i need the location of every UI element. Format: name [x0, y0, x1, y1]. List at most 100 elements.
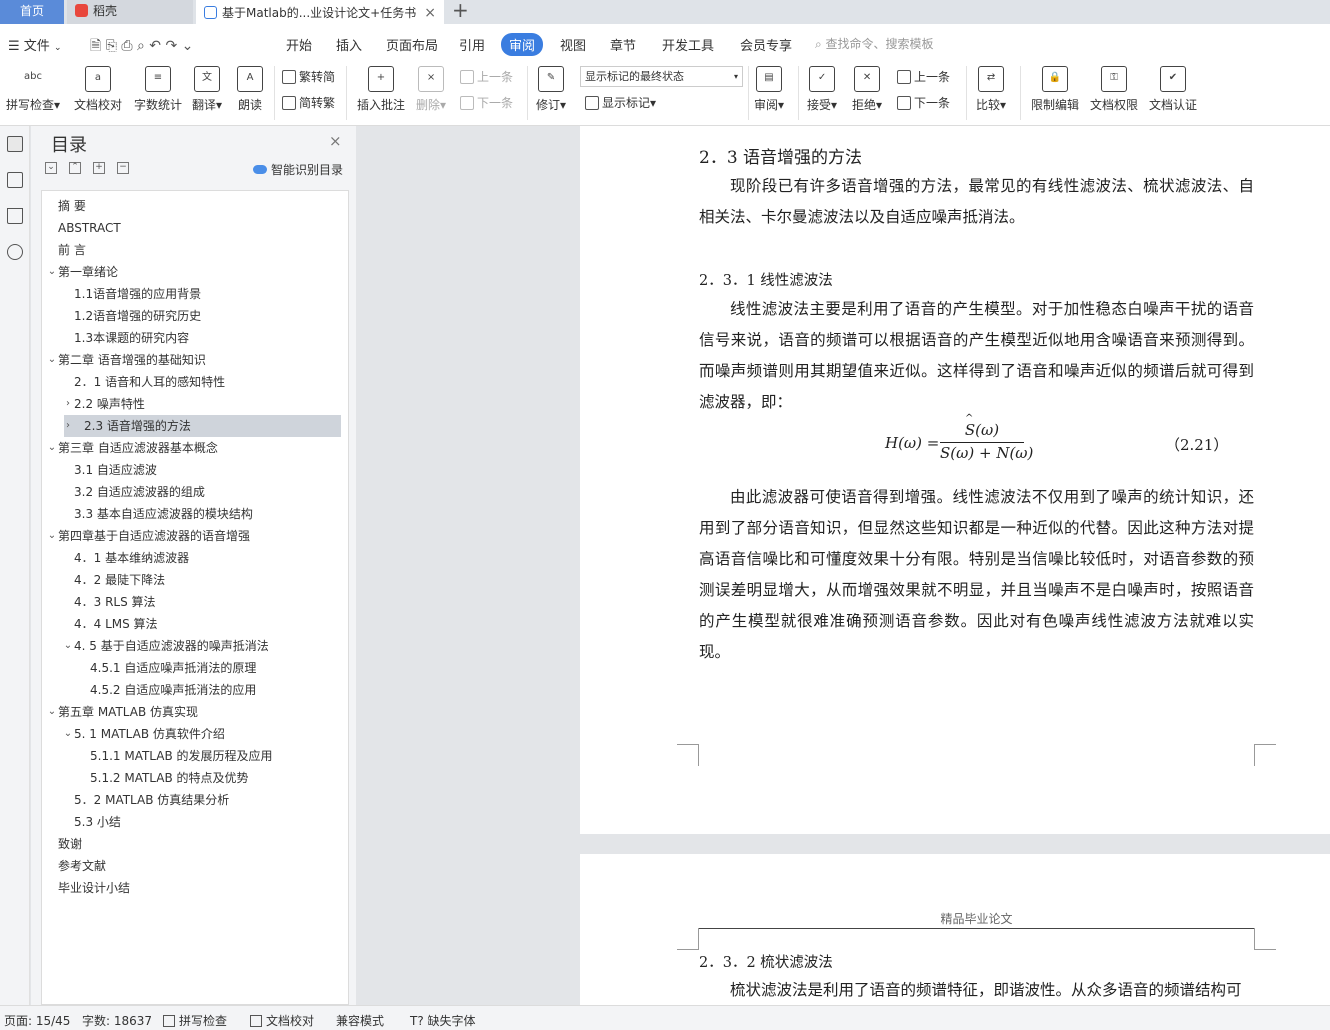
toc-item[interactable]: 毕业设计小结	[58, 877, 130, 899]
toc-item[interactable]: 3.2 自适应滤波器的组成	[74, 481, 205, 503]
remove-heading-icon[interactable]: −	[117, 162, 129, 174]
menu-member[interactable]: 会员专享	[740, 35, 792, 54]
file-menu[interactable]: ☰ 文件 ⌄	[8, 35, 62, 54]
toc-item[interactable]: 摘 要	[58, 195, 86, 217]
restrict-editing-button[interactable]: 🔒 限制编辑	[1031, 64, 1079, 113]
menu-review[interactable]: 审阅	[501, 33, 544, 56]
chevron-down-icon[interactable]: ⌄	[44, 437, 60, 459]
toc-item[interactable]: 参考文献	[58, 855, 106, 877]
toc-item[interactable]: 4．1 基本维纳滤波器	[74, 547, 189, 569]
toc-item[interactable]: 2．1 语音和人耳的感知特性	[74, 371, 225, 393]
page-indicator[interactable]: 页面: 15/45	[4, 1012, 70, 1029]
compare-button[interactable]: ⇄ 比较▾	[976, 64, 1006, 113]
toc-item[interactable]: 3.1 自适应滤波	[74, 459, 157, 481]
toc-item[interactable]: 4．3 RLS 算法	[74, 591, 156, 613]
proof-status[interactable]: 文档校对	[250, 1012, 314, 1029]
smart-toc-button[interactable]: 智能识别目录	[253, 161, 343, 178]
toc-item[interactable]: 5.1.2 MATLAB 的特点及优势	[90, 767, 249, 789]
word-count-status[interactable]: 字数: 18637	[82, 1012, 152, 1029]
delete-comment-button[interactable]: × 删除▾	[416, 64, 446, 113]
chevron-right-icon[interactable]: ›	[60, 393, 76, 415]
tab-home[interactable]: 首页	[0, 0, 64, 24]
command-search[interactable]: ⌕ 查找命令、搜索模板	[815, 35, 934, 52]
menu-dev-tools[interactable]: 开发工具	[662, 35, 714, 54]
chevron-down-icon[interactable]: ⌄	[44, 261, 60, 283]
menu-references[interactable]: 引用	[459, 35, 485, 54]
menu-start[interactable]: 开始	[286, 35, 312, 54]
chevron-down-icon[interactable]: ⌄	[60, 723, 76, 745]
prev-change-button[interactable]: 上一条	[897, 68, 950, 85]
toc-item[interactable]: ABSTRACT	[58, 217, 121, 239]
toc-item[interactable]: 5. 1 MATLAB 仿真软件介绍	[74, 723, 225, 745]
tab-daoke[interactable]: 稻壳	[67, 0, 193, 24]
chevron-down-icon[interactable]: ⌄	[60, 635, 76, 657]
toc-item[interactable]: 第一章绪论	[58, 261, 118, 283]
reject-button[interactable]: ✕ 拒绝▾	[852, 64, 882, 113]
toc-item[interactable]: 4．4 LMS 算法	[74, 613, 158, 635]
next-comment-button[interactable]: 下一条	[460, 94, 513, 111]
review-pane-button[interactable]: ▤ 审阅▾	[754, 64, 784, 113]
doc-rights-icon: ⚿	[1101, 66, 1127, 92]
accept-button[interactable]: ✓ 接受▾	[807, 64, 837, 113]
quick-access-icons[interactable]: 🗎 ⎘ ⎙ ⌕ ↶ ↷ ⌄	[90, 35, 193, 59]
toc-item[interactable]: 5.1.1 MATLAB 的发展历程及应用	[90, 745, 273, 767]
toc-pane-icon[interactable]	[7, 136, 23, 152]
expand-icon[interactable]: ⌃	[69, 162, 81, 174]
spell-check-button[interactable]: abc 拼写检查▾	[6, 64, 60, 113]
close-pane-icon[interactable]: ×	[329, 132, 342, 150]
insert-comment-button[interactable]: + 插入批注	[357, 64, 405, 113]
tab-document[interactable]: 基于Matlab的...业设计论文+任务书 ×	[196, 0, 444, 24]
prev-comment-button[interactable]: 上一条	[460, 68, 513, 85]
markup-state-select[interactable]: 显示标记的最终状态 ▾	[580, 66, 743, 87]
show-markup-button[interactable]: 显示标记▾	[585, 94, 656, 111]
document-page[interactable]: 精品毕业论文 2．3．2 梳状滤波法 梳状滤波法是利用了语音的频谱特征，即谐波性…	[580, 854, 1330, 1005]
menu-insert[interactable]: 插入	[336, 35, 362, 54]
track-changes-button[interactable]: ✎ 修订▾	[536, 64, 566, 113]
toc-item[interactable]: 第四章基于自适应滤波器的语音增强	[58, 525, 250, 547]
toc-item[interactable]: 4.5.1 自适应噪声抵消法的原理	[90, 657, 256, 679]
toc-item[interactable]: 4. 5 基于自适应滤波器的噪声抵消法	[74, 635, 269, 657]
toc-item[interactable]: 第三章 自适应滤波器基本概念	[58, 437, 218, 459]
toc-item[interactable]: 1.1语音增强的应用背景	[74, 283, 201, 305]
search-icon[interactable]	[7, 244, 23, 260]
spell-check-status[interactable]: 拼写检查	[163, 1012, 227, 1029]
menu-view[interactable]: 视图	[560, 35, 586, 54]
toc-item[interactable]: 第五章 MATLAB 仿真实现	[58, 701, 198, 723]
simp-to-trad-button[interactable]: 简转繁	[282, 94, 335, 111]
trad-to-simp-button[interactable]: 繁转简	[282, 68, 335, 85]
translate-button[interactable]: 文翻译▾	[192, 64, 222, 113]
next-change-button[interactable]: 下一条	[897, 94, 950, 111]
chevron-down-icon[interactable]: ⌄	[44, 701, 60, 723]
menu-chapter[interactable]: 章节	[610, 35, 636, 54]
bookmark-icon[interactable]	[7, 208, 23, 224]
toc-item[interactable]: 第二章 语音增强的基础知识	[58, 349, 206, 371]
add-heading-icon[interactable]: +	[93, 162, 105, 174]
collapse-all-icon[interactable]: ⌄	[45, 162, 57, 174]
close-tab-icon[interactable]: ×	[424, 2, 436, 24]
toc-item[interactable]: 2.3 语音增强的方法	[64, 415, 341, 437]
doc-cert-button[interactable]: ✔ 文档认证	[1149, 64, 1197, 113]
new-tab-button[interactable]: +	[452, 0, 469, 22]
chevron-down-icon[interactable]: ⌄	[44, 525, 60, 547]
doc-proof-button[interactable]: a 文档校对	[74, 64, 122, 113]
toc-item[interactable]: 致谢	[58, 833, 82, 855]
toc-item[interactable]: 2.2 噪声特性	[74, 393, 145, 415]
document-page[interactable]: 2．3 语音增强的方法 现阶段已有许多语音增强的方法，最常见的有线性滤波法、梳状…	[580, 126, 1330, 834]
word-count-button[interactable]: ≡ 字数统计	[134, 64, 182, 113]
chevron-right-icon[interactable]: ›	[60, 415, 76, 437]
toc-item[interactable]: 1.2语音增强的研究历史	[74, 305, 201, 327]
menu-page-layout[interactable]: 页面布局	[386, 35, 438, 54]
toc-item[interactable]: 5．2 MATLAB 仿真结果分析	[74, 789, 229, 811]
toc-item[interactable]: 5.3 小结	[74, 811, 121, 833]
toc-item[interactable]: 前 言	[58, 239, 86, 261]
chevron-down-icon[interactable]: ⌄	[44, 349, 60, 371]
toc-item[interactable]: 3.3 基本自适应滤波器的模块结构	[74, 503, 253, 525]
toc-item[interactable]: 4．2 最陡下降法	[74, 569, 165, 591]
document-canvas[interactable]: 2．3 语音增强的方法 现阶段已有许多语音增强的方法，最常见的有线性滤波法、梳状…	[356, 126, 1330, 1005]
chapter-nav-icon[interactable]	[7, 172, 23, 188]
read-aloud-button[interactable]: A 朗读	[237, 64, 263, 113]
missing-font-status[interactable]: T? 缺失字体	[410, 1012, 476, 1029]
doc-rights-button[interactable]: ⚿ 文档权限	[1090, 64, 1138, 113]
toc-item[interactable]: 4.5.2 自适应噪声抵消法的应用	[90, 679, 256, 701]
toc-item[interactable]: 1.3本课题的研究内容	[74, 327, 189, 349]
